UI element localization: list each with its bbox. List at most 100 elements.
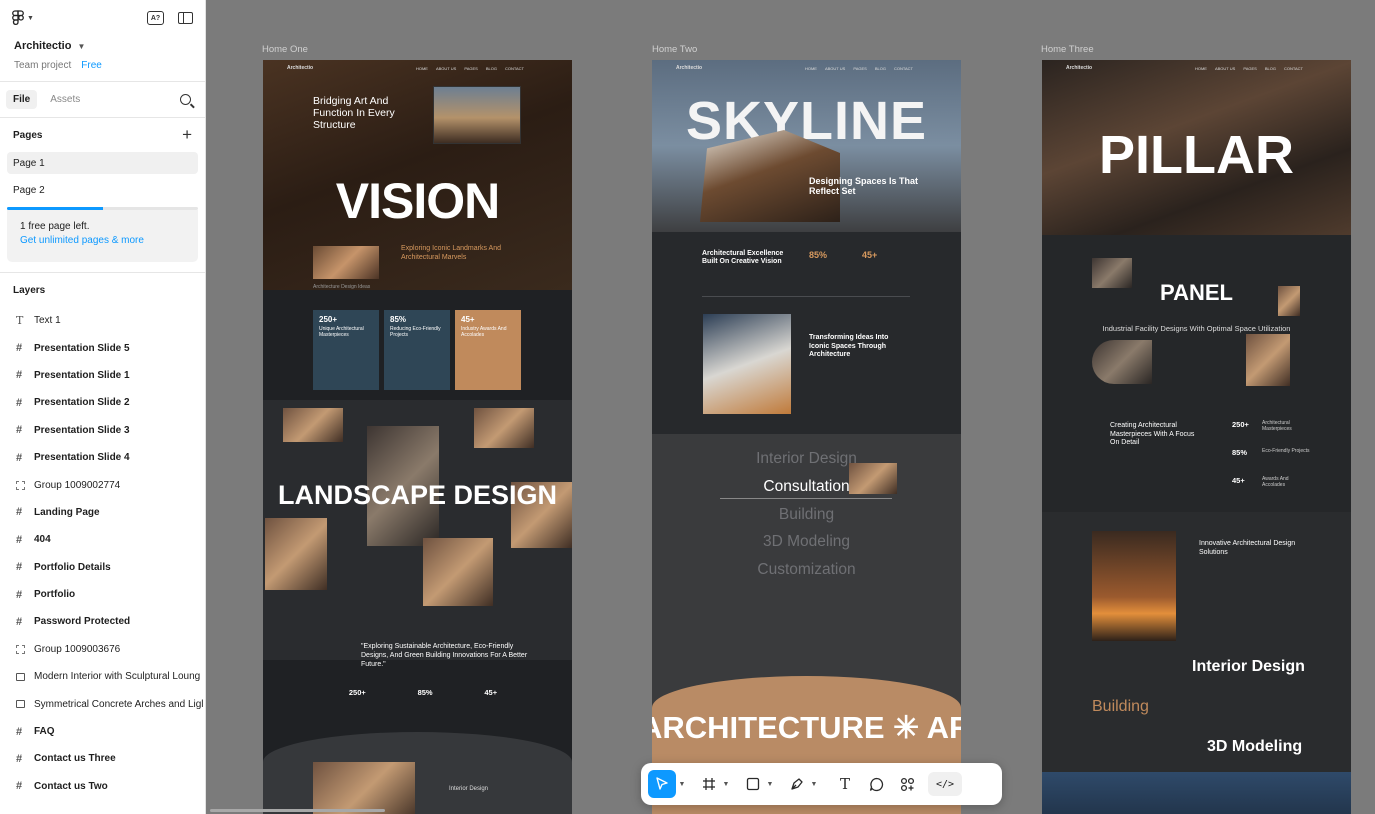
layer-item[interactable]: # Portfolio Details bbox=[0, 554, 205, 581]
tab-assets[interactable]: Assets bbox=[43, 90, 87, 109]
layer-name: Contact us Three bbox=[34, 753, 116, 765]
frame-home-three[interactable]: Architectio HOME ABOUT US PAGES BLOG CON… bbox=[1042, 60, 1351, 814]
image-layer-icon bbox=[16, 672, 34, 681]
layer-name: Contact us Two bbox=[34, 780, 108, 792]
transform-heading: Transforming Ideas Into Iconic Spaces Th… bbox=[809, 334, 889, 358]
layer-item[interactable]: #404 bbox=[0, 526, 205, 553]
main-menu-button[interactable]: ▼ bbox=[12, 10, 34, 26]
layer-name: Landing Page bbox=[34, 506, 100, 518]
stat-value: 85% bbox=[1232, 448, 1248, 457]
chevron-down-icon[interactable]: ▼ bbox=[720, 781, 732, 788]
frame-home-two[interactable]: Architectio HOME ABOUT US PAGES BLOG CON… bbox=[652, 60, 961, 814]
layer-item[interactable]: # Presentation Slide 5 bbox=[0, 334, 205, 361]
nav-link: ABOUT US bbox=[435, 65, 457, 71]
sidebar-tabs: File Assets bbox=[0, 82, 205, 118]
section-caption: Architecture Design Ideas bbox=[313, 284, 371, 290]
layer-item[interactable]: Modern Interior with Sculptural Loung bbox=[0, 663, 205, 690]
layer-name: Password Protected bbox=[34, 616, 131, 628]
unlimited-pages-link[interactable]: Get unlimited pages & more bbox=[20, 235, 144, 246]
layers-title: Layers bbox=[13, 284, 46, 296]
page-item[interactable]: Page 1 bbox=[7, 152, 198, 174]
stat-card: 250+ Unique Architectural Masterpieces bbox=[313, 310, 379, 390]
frame-label-home-one[interactable]: Home One bbox=[262, 44, 308, 55]
frame-layer-icon: # bbox=[16, 752, 23, 765]
layer-item[interactable]: Group 1009003676 bbox=[0, 636, 205, 663]
layer-item[interactable]: # Contact us Three bbox=[0, 745, 205, 772]
chevron-down-icon[interactable]: ▼ bbox=[676, 781, 688, 788]
rectangle-tool-button[interactable] bbox=[742, 770, 764, 798]
service-item: Interior Design bbox=[756, 450, 857, 467]
stat-label: Awards And Accolades bbox=[1262, 476, 1289, 488]
design-canvas[interactable]: Home One Architectio HOME ABOUT US PAGES… bbox=[206, 0, 1375, 814]
group-layer-icon bbox=[16, 644, 34, 654]
add-page-icon[interactable]: + bbox=[182, 125, 192, 145]
frame-layer-icon: # bbox=[16, 725, 23, 738]
frame-layer-icon: # bbox=[16, 451, 23, 464]
layer-item[interactable]: Symmetrical Concrete Arches and Ligl bbox=[0, 690, 205, 717]
layer-name: Presentation Slide 5 bbox=[34, 342, 130, 354]
text-tool-button[interactable]: T bbox=[830, 770, 860, 798]
layer-name: Portfolio Details bbox=[34, 561, 111, 573]
innovative-heading: Innovative Architectural Design Solution… bbox=[1199, 540, 1296, 556]
layer-item[interactable]: # Presentation Slide 2 bbox=[0, 389, 205, 416]
nav-link: ABOUT US bbox=[824, 65, 846, 71]
nav-link: CONTACT bbox=[504, 65, 524, 71]
stat-value: 45+ bbox=[484, 688, 498, 697]
quote-text: "Exploring Sustainable Architecture, Eco… bbox=[361, 643, 528, 668]
tools-toolbar: ▼ ▼ ▼ ▼ T </> bbox=[641, 763, 1002, 805]
comment-tool-button[interactable] bbox=[860, 770, 892, 798]
excellence-heading: Architectural Excellence Built On Creati… bbox=[702, 250, 784, 265]
horizontal-scrollbar[interactable] bbox=[210, 809, 385, 812]
actions-tool-button[interactable] bbox=[892, 770, 922, 798]
layer-item[interactable]: # Portfolio bbox=[0, 581, 205, 608]
toggle-sidebar-icon[interactable] bbox=[178, 12, 193, 24]
dev-mode-button[interactable]: </> bbox=[928, 772, 962, 796]
frame-label-home-three[interactable]: Home Three bbox=[1041, 44, 1094, 55]
frame-label-home-two[interactable]: Home Two bbox=[652, 44, 697, 55]
spellcheck-icon[interactable]: A? bbox=[147, 11, 164, 25]
layer-item[interactable]: # FAQ bbox=[0, 718, 205, 745]
project-name-button[interactable]: Architectio ▼ bbox=[14, 40, 191, 52]
pen-tool-button[interactable] bbox=[786, 770, 808, 798]
marquee-text: ARCHITECTURE ✳ AR bbox=[652, 710, 961, 745]
search-icon[interactable] bbox=[180, 94, 191, 105]
nav-link: PAGES bbox=[464, 65, 478, 71]
hero-tagline: Bridging Art And Function In Every Struc… bbox=[313, 95, 395, 131]
chevron-down-icon[interactable]: ▼ bbox=[808, 781, 820, 788]
tab-file[interactable]: File bbox=[6, 90, 38, 109]
nav-link: PAGES bbox=[1243, 65, 1257, 71]
gallery-image bbox=[283, 408, 343, 442]
panel-image bbox=[1092, 340, 1152, 384]
page-usage-fill bbox=[7, 207, 103, 210]
layer-item[interactable]: # Presentation Slide 1 bbox=[0, 362, 205, 389]
layer-name: Presentation Slide 1 bbox=[34, 369, 130, 381]
layer-item[interactable]: # Presentation Slide 4 bbox=[0, 444, 205, 471]
layer-item[interactable]: T Text 1 bbox=[0, 307, 205, 334]
frame-layer-icon: # bbox=[16, 533, 23, 546]
left-sidebar: ▼ A? Architectio ▼ Team project Free Fil… bbox=[0, 0, 206, 814]
layer-name: FAQ bbox=[34, 726, 55, 738]
layer-name: Modern Interior with Sculptural Loung bbox=[34, 671, 201, 683]
layer-item[interactable]: Group 1009002774 bbox=[0, 471, 205, 498]
frame-home-one[interactable]: Architectio HOME ABOUT US PAGES BLOG CON… bbox=[263, 60, 572, 814]
frame-tool-button[interactable] bbox=[698, 770, 720, 798]
layer-item[interactable]: # Presentation Slide 3 bbox=[0, 417, 205, 444]
plan-badge[interactable]: Free bbox=[81, 60, 102, 71]
service-item: 3D Modeling bbox=[762, 533, 851, 550]
layer-item[interactable]: # Password Protected bbox=[0, 608, 205, 635]
layer-item[interactable]: # Contact us Two bbox=[0, 773, 205, 800]
creating-heading: Creating Architectural Masterpieces With… bbox=[1110, 422, 1195, 446]
nav-link: CONTACT bbox=[1283, 65, 1303, 71]
layers-list: T Text 1 # Presentation Slide 5 # Presentatio… bbox=[0, 307, 205, 800]
page-usage-bar bbox=[7, 207, 198, 210]
frame-layer-icon: # bbox=[16, 561, 23, 574]
chevron-down-icon[interactable]: ▼ bbox=[764, 781, 776, 788]
page-item[interactable]: Page 2 bbox=[7, 179, 198, 201]
layer-item[interactable]: # Landing Page bbox=[0, 499, 205, 526]
layer-name: Text 1 bbox=[34, 315, 61, 327]
move-tool-button[interactable] bbox=[648, 770, 676, 798]
cursor-icon bbox=[656, 777, 668, 790]
service-word: Interior Design bbox=[1192, 658, 1305, 675]
footer-curve bbox=[263, 732, 572, 814]
stat-value: 45+ bbox=[1232, 476, 1245, 485]
